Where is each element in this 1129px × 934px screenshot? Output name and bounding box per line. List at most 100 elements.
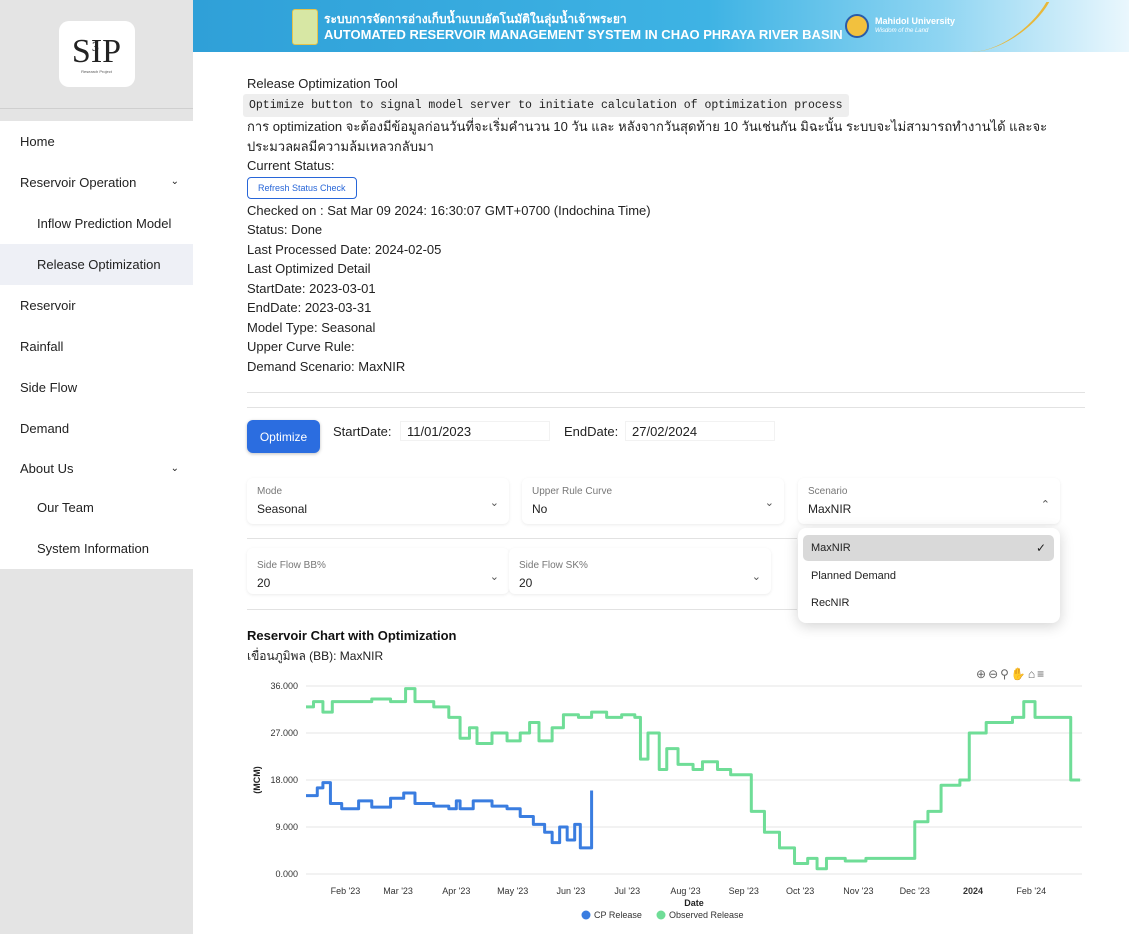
chevron-up-icon: ⌃ bbox=[1040, 499, 1050, 511]
sidebar-item-demand[interactable]: Demand bbox=[0, 408, 193, 449]
end-date-input[interactable]: 27/02/2024 bbox=[625, 421, 775, 441]
reservoir-chart: 0.000 9.000 18.000 27.000 36.000 Feb '23 Mar '… bbox=[252, 681, 1082, 920]
nrct-logo bbox=[292, 9, 318, 45]
scenario-select[interactable]: Scenario MaxNIR ⌃ bbox=[798, 478, 1060, 524]
x-tick-label: Nov '23 bbox=[843, 886, 873, 896]
legend-marker-cp-release bbox=[581, 910, 591, 920]
demand-scenario-text: Demand Scenario: MaxNIR bbox=[247, 358, 406, 374]
start-date-label: StartDate: bbox=[333, 424, 392, 439]
sidebar-item-our-team[interactable]: Our Team bbox=[0, 487, 193, 528]
status-text: Status: Done bbox=[247, 222, 323, 237]
sidebar-item-rainfall[interactable]: Rainfall bbox=[0, 326, 193, 367]
y-tick-label: 27.000 bbox=[270, 728, 298, 738]
side-flow-bb-value: 20 bbox=[257, 576, 271, 590]
chevron-down-icon: ⌄ bbox=[489, 497, 499, 509]
scenario-option[interactable]: RecNIR bbox=[803, 590, 1054, 616]
last-processed-text: Last Processed Date: 2024-02-05 bbox=[247, 241, 442, 257]
sidebar-item-label: Demand bbox=[20, 421, 70, 436]
mode-select[interactable]: Mode Seasonal ⌄ bbox=[247, 478, 509, 524]
x-tick-label: Feb '23 bbox=[331, 886, 361, 896]
x-tick-label: Aug '23 bbox=[670, 886, 700, 896]
banner-title-english: AUTOMATED RESERVOIR MANAGEMENT SYSTEM IN… bbox=[324, 27, 843, 42]
header-banner: ระบบการจัดการอ่างเก็บน้ำแบบอัตโนมัติในลุ… bbox=[193, 0, 1129, 52]
sidebar-item-reservoir-operation[interactable]: Reservoir Operation ⌄ bbox=[0, 162, 193, 203]
sidebar-item-side-flow[interactable]: Side Flow bbox=[0, 367, 193, 408]
x-tick-label: Mar '23 bbox=[383, 886, 413, 896]
series-line-cp-release bbox=[306, 781, 594, 850]
legend-label-observed-release: Observed Release bbox=[669, 910, 744, 920]
sidebar-item-home[interactable]: Home bbox=[0, 121, 193, 162]
option-label: RecNIR bbox=[811, 597, 850, 609]
sidebar-item-inflow-prediction[interactable]: Inflow Prediction Model bbox=[0, 203, 193, 244]
current-status-label: Current Status: bbox=[247, 158, 335, 173]
series-line-observed-release bbox=[306, 687, 1081, 871]
sidebar-item-system-information[interactable]: System Information bbox=[0, 528, 193, 569]
y-tick-label: 36.000 bbox=[270, 681, 298, 691]
chart-title: Reservoir Chart with Optimization bbox=[247, 628, 457, 643]
model-type-text: Model Type: Seasonal bbox=[247, 319, 376, 335]
scenario-option[interactable]: MaxNIR ✓ bbox=[803, 535, 1054, 561]
upper-rule-curve-select[interactable]: Upper Rule Curve No ⌄ bbox=[522, 478, 784, 524]
x-tick-label: Dec '23 bbox=[900, 886, 930, 896]
divider bbox=[247, 538, 797, 539]
chart-subtitle: เขื่อนภูมิพล (BB): MaxNIR bbox=[247, 649, 384, 663]
app-logo[interactable]: S 3 IP Research Project bbox=[58, 21, 135, 87]
x-tick-label: Jul '23 bbox=[614, 886, 640, 896]
chevron-down-icon: ⌄ bbox=[764, 497, 774, 509]
y-tick-label: 0.000 bbox=[275, 869, 298, 879]
x-tick-label: Oct '23 bbox=[786, 886, 814, 896]
sidebar-item-label: Reservoir bbox=[20, 298, 76, 313]
sidebar-item-label: Our Team bbox=[37, 500, 94, 515]
sidebar-item-label: Rainfall bbox=[20, 339, 64, 354]
chevron-down-icon: ⌄ bbox=[170, 463, 179, 474]
end-date-label: EndDate: bbox=[564, 424, 619, 439]
sidebar-item-label: Home bbox=[20, 134, 55, 149]
sidebar-item-label: Side Flow bbox=[20, 380, 78, 395]
optimize-note-code: Optimize button to signal model server t… bbox=[243, 93, 849, 117]
optimize-button[interactable]: Optimize bbox=[247, 420, 320, 453]
option-label: MaxNIR bbox=[811, 542, 851, 554]
sidebar-item-reservoir[interactable]: Reservoir bbox=[0, 285, 193, 326]
refresh-status-button[interactable]: Refresh Status Check bbox=[247, 176, 357, 199]
sidebar-item-label: Inflow Prediction Model bbox=[37, 216, 172, 231]
side-flow-bb-select[interactable]: Side Flow BB% 20 ⌄ bbox=[247, 548, 509, 594]
x-tick-label: May '23 bbox=[497, 886, 528, 896]
logo-text: S 3 IP bbox=[71, 32, 122, 70]
start-date-input[interactable]: 11/01/2023 bbox=[400, 421, 550, 441]
x-tick-label: Jun '23 bbox=[557, 886, 586, 896]
legend-marker-observed-release bbox=[656, 910, 666, 920]
checked-on-text: Checked on : Sat Mar 09 2024: 16:30:07 G… bbox=[247, 202, 651, 218]
side-flow-sk-select[interactable]: Side Flow SK% 20 ⌄ bbox=[509, 548, 771, 594]
tool-title: Release Optimization Tool bbox=[247, 76, 398, 91]
sidebar-item-release-optimization[interactable]: Release Optimization bbox=[0, 244, 193, 285]
side-flow-bb-caption: Side Flow BB% bbox=[257, 560, 326, 571]
nav-menu: Home Reservoir Operation ⌄ Inflow Predict… bbox=[0, 121, 193, 569]
scenario-option[interactable]: Planned Demand bbox=[803, 563, 1054, 589]
chevron-down-icon: ⌄ bbox=[489, 571, 499, 583]
last-start-date: StartDate: 2023-03-01 bbox=[247, 280, 376, 296]
mahidol-seal-logo bbox=[845, 14, 869, 38]
upper-curve-rule-text: Upper Curve Rule: bbox=[247, 339, 355, 354]
sidebar-item-label: About Us bbox=[20, 460, 74, 476]
side-flow-sk-value: 20 bbox=[519, 576, 533, 590]
chevron-down-icon: ⌄ bbox=[751, 571, 761, 583]
scenario-dropdown-menu: MaxNIR ✓ Planned Demand RecNIR bbox=[798, 528, 1060, 623]
sidebar-item-label: Release Optimization bbox=[37, 257, 161, 272]
last-optimized-heading: Last Optimized Detail bbox=[247, 261, 371, 276]
y-tick-label: 18.000 bbox=[270, 775, 298, 785]
x-tick-label: Feb '24 bbox=[1016, 886, 1046, 896]
divider bbox=[247, 407, 1085, 408]
sidebar-item-label: Reservoir Operation bbox=[20, 175, 137, 190]
checkmark-icon: ✓ bbox=[1035, 541, 1046, 555]
thai-warning-note: การ optimization จะต้องมีข้อมูลก่อนวันที… bbox=[247, 119, 1048, 154]
divider bbox=[247, 392, 1085, 393]
x-tick-label: 2024 bbox=[963, 886, 983, 896]
upper-rule-value: No bbox=[532, 502, 548, 516]
y-axis-title: (MCM) bbox=[252, 766, 262, 794]
scenario-value: MaxNIR bbox=[808, 502, 852, 516]
x-tick-label: Apr '23 bbox=[442, 886, 470, 896]
last-end-date: EndDate: 2023-03-31 bbox=[247, 300, 372, 315]
banner-swoosh-decoration bbox=[907, 2, 1050, 52]
sidebar-item-about-us[interactable]: About Us ⌄ bbox=[0, 449, 193, 487]
mode-caption: Mode bbox=[257, 486, 283, 497]
